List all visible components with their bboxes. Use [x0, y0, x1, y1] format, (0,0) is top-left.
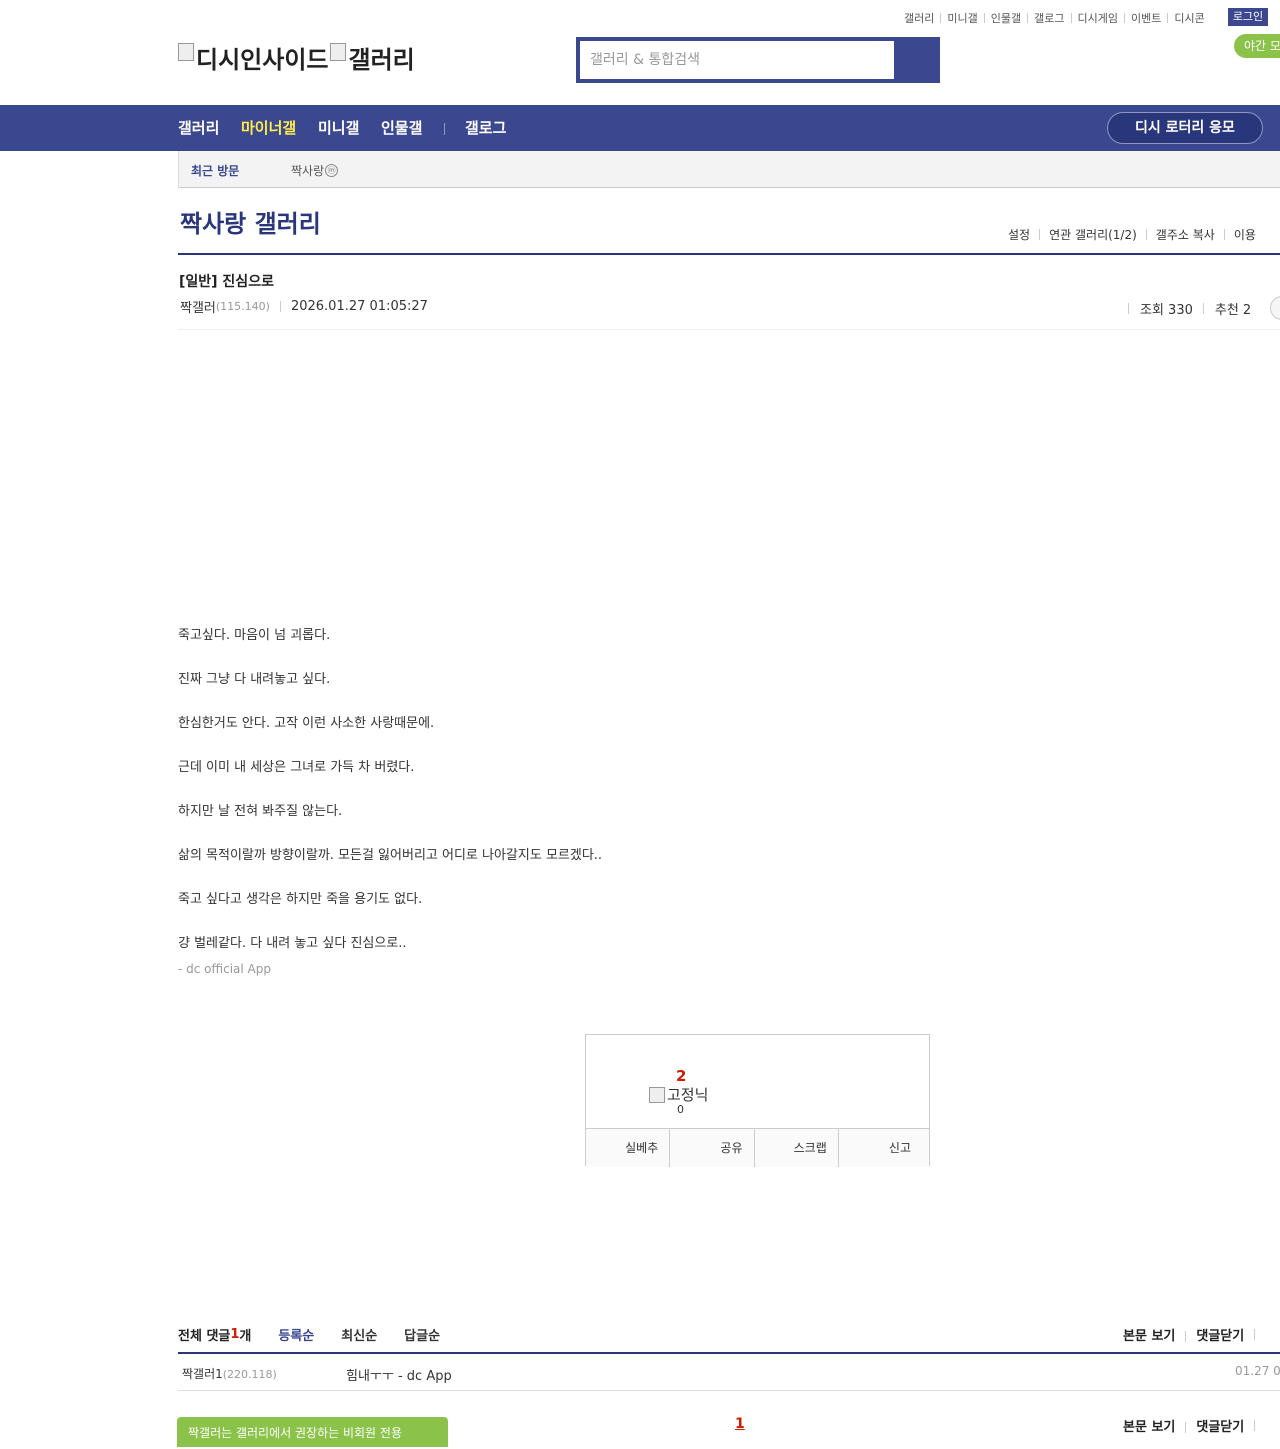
nav-mini-gallery[interactable]: 미니갤: [318, 105, 359, 151]
broken-image-icon: [330, 42, 347, 61]
comment-writer-name: 짝갤러1: [182, 1367, 223, 1381]
top-link-person-gallery[interactable]: 인물갤: [978, 10, 1021, 26]
comment-text: 힘내ㅜㅜ - dc App: [346, 1369, 452, 1384]
nav-person-gallery[interactable]: 인물갤: [381, 105, 422, 151]
meta-divider: [279, 301, 281, 312]
nav-divider: [444, 123, 445, 135]
post-recommend-count: 추천 2: [1203, 299, 1251, 318]
gallery-title-divider: [178, 253, 1280, 255]
search-button[interactable]: [894, 41, 936, 79]
top-link-mini-gallery[interactable]: 미니갤: [934, 10, 977, 26]
report-button[interactable]: 신고: [838, 1129, 929, 1167]
recent-visit-item-label: 짝사랑: [291, 164, 325, 178]
comment-row: 짝갤러1(220.118) 힘내ㅜㅜ - dc App 01.27 01: [178, 1354, 1280, 1391]
logo-site-text: 디시인사이드: [196, 46, 329, 74]
fixed-nick-count: 0: [677, 1103, 684, 1116]
post-stats: 조회 330 추천 2: [1128, 299, 1251, 318]
post-body-line: 삶의 목적이랄까 방향이랄까. 모든걸 잃어버리고 어디로 나아갈지도 모르겠다…: [178, 848, 603, 863]
top-link-dccon[interactable]: 디시콘: [1161, 10, 1204, 26]
post-writer[interactable]: 짝갤러: [180, 297, 216, 316]
comment-tools-bottom: 본문 보기 댓글닫기: [1123, 1416, 1265, 1435]
post-header-divider: [178, 329, 1280, 330]
recommend-count: 2: [676, 1067, 687, 1085]
post-view-count: 조회 330: [1128, 299, 1193, 318]
post-body-line: 하지만 날 전혀 봐주질 않는다.: [178, 804, 343, 819]
logo-section-text: 갤러리: [348, 46, 415, 74]
gallery-title[interactable]: 짝사랑 갤러리: [180, 204, 321, 239]
recent-visit-title[interactable]: 최근 방문: [191, 162, 239, 179]
night-mode-toggle[interactable]: 야간 모: [1234, 34, 1280, 58]
post-body-line: 근데 이미 내 세상은 그녀로 가득 차 버렸다.: [178, 760, 415, 775]
post-body-line: 한심한거도 안다. 고작 이런 사소한 사랑때문에.: [178, 716, 435, 731]
top-link-gallery[interactable]: 갤러리: [904, 10, 934, 26]
minor-gallery-badge-icon: ⓜ: [325, 164, 339, 177]
post-body-line: 걍 벌레같다. 다 내려 놓고 싶다 진심으로..: [178, 936, 407, 951]
copy-gallery-url-link[interactable]: 갤주소 복사: [1137, 226, 1215, 243]
comment-writer[interactable]: 짝갤러1(220.118): [182, 1365, 277, 1382]
comment-header: 전체 댓글 1개 등록순 최신순 답글순: [178, 1325, 440, 1344]
comment-writer-ip: (220.118): [222, 1368, 277, 1381]
login-button[interactable]: 로그인: [1228, 8, 1268, 26]
view-post-button[interactable]: 본문 보기: [1123, 1325, 1175, 1344]
recommend-actions: 실베추 공유 스크랩 신고: [586, 1128, 929, 1167]
post-meta: 짝갤러 (115.140) 2026.01.27 01:05:27: [180, 297, 428, 316]
search-input[interactable]: [580, 41, 894, 79]
comment-date: 01.27 01: [1235, 1364, 1280, 1378]
post-title: [일반] 진심으로: [179, 274, 274, 290]
recommend-box: 2 고정닉 0 실베추 공유 스크랩 신고: [585, 1034, 930, 1167]
share-button[interactable]: 공유: [670, 1129, 755, 1167]
comment-tools-divider: [1244, 1327, 1265, 1342]
nav-minor-gallery[interactable]: 마이너갤: [241, 105, 296, 151]
site-logo[interactable]: 디시인사이드 갤러리: [178, 40, 415, 75]
nav-gallog[interactable]: 갤로그: [465, 105, 506, 151]
nav-gallery[interactable]: 갤러리: [178, 105, 219, 151]
sort-tab-replies[interactable]: 답글순: [404, 1325, 440, 1344]
close-comments-button[interactable]: 댓글닫기: [1175, 1325, 1244, 1344]
recent-visit-item[interactable]: 짝사랑 ⓜ: [291, 162, 339, 179]
broken-image-icon: [649, 1086, 665, 1103]
app-signature: - dc official App: [178, 962, 271, 976]
broken-image-icon: [178, 42, 194, 61]
comment-tools: 본문 보기 댓글닫기: [1123, 1325, 1265, 1344]
comment-total-prefix: 전체 댓글: [178, 1329, 231, 1344]
top-link-event[interactable]: 이벤트: [1118, 10, 1161, 26]
guest-notice-banner: 짝갤러는 갤러리에서 권장하는 비회원 전용: [177, 1417, 448, 1447]
search-icon: [906, 51, 925, 70]
post-options-button[interactable]: [1270, 296, 1280, 320]
recent-visit-bar: 최근 방문 짝사랑 ⓜ: [178, 151, 1280, 188]
comment-page-number[interactable]: 1: [735, 1416, 745, 1432]
lotto-button[interactable]: 디시 로터리 응모: [1107, 112, 1263, 144]
gallery-header-links: 설정 연관 갤러리(1/2) 갤주소 복사 이용: [1008, 226, 1256, 243]
fixed-nick-label: 고정닉: [667, 1086, 709, 1104]
view-post-button-bottom[interactable]: 본문 보기: [1123, 1416, 1175, 1435]
top-utility-links: 갤러리 미니갤 인물갤 갤로그 디시게임 이벤트 디시콘: [904, 10, 1205, 26]
scrap-button[interactable]: 스크랩: [754, 1129, 839, 1167]
comment-total-count: 1: [230, 1327, 240, 1342]
post-body-line: 진짜 그냥 다 내려놓고 싶다.: [178, 672, 331, 687]
gallery-rules-link[interactable]: 이용: [1215, 226, 1256, 243]
real-best-button[interactable]: 실베추: [586, 1129, 671, 1167]
post-body-line: 죽고싶다. 마음이 넘 괴롭다.: [178, 628, 331, 643]
fixed-nick-recommend: 고정닉: [649, 1084, 708, 1105]
top-link-dcgame[interactable]: 디시게임: [1065, 10, 1118, 26]
sort-tab-latest[interactable]: 최신순: [341, 1325, 377, 1344]
sort-tab-registered[interactable]: 등록순: [278, 1325, 314, 1344]
post-writer-ip: (115.140): [215, 300, 270, 313]
gallery-settings-link[interactable]: 설정: [1008, 226, 1030, 243]
search-form: [576, 37, 940, 83]
main-nav: 갤러리 마이너갤 미니갤 인물갤 갤로그 디시 로터리 응모: [0, 105, 1280, 151]
related-gallery-link[interactable]: 연관 갤러리(1/2): [1030, 226, 1137, 243]
comment-tools-divider: [1244, 1418, 1265, 1433]
comment-total-suffix: 개: [239, 1329, 252, 1344]
post-date: 2026.01.27 01:05:27: [290, 299, 428, 314]
post-body-line: 죽고 싶다고 생각은 하지만 죽을 용기도 없다.: [178, 892, 423, 907]
close-comments-button-bottom[interactable]: 댓글닫기: [1175, 1416, 1244, 1435]
top-link-gallog[interactable]: 갤로그: [1021, 10, 1064, 26]
